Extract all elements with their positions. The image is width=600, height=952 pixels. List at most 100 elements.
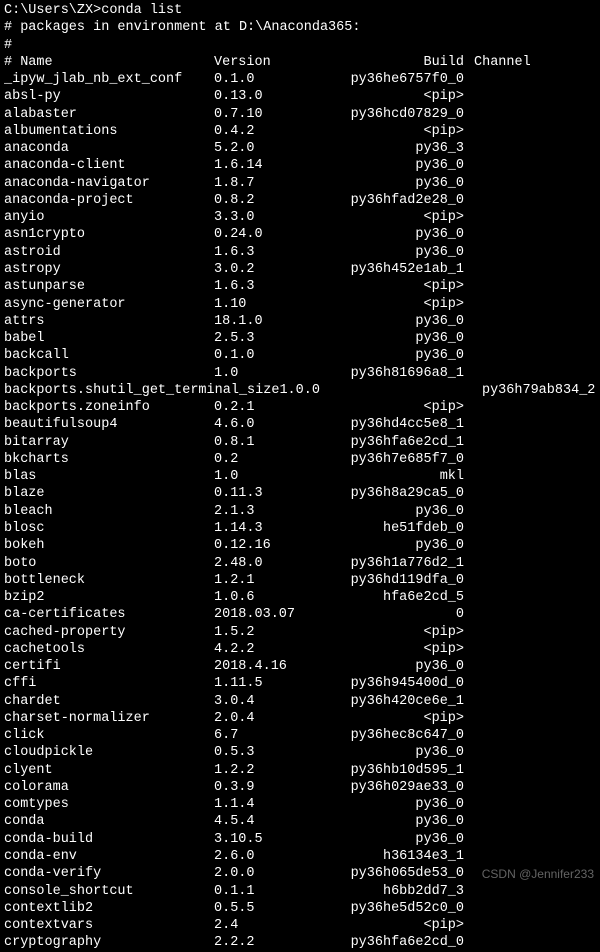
pkg-name: alabaster <box>4 106 214 123</box>
pkg-build: <pip> <box>314 88 474 105</box>
package-row: conda-env2.6.0h36134e3_1 <box>4 848 596 865</box>
package-row: cffi1.11.5py36h945400d_0 <box>4 675 596 692</box>
pkg-build: py36hec8c647_0 <box>314 727 474 744</box>
pkg-name: clyent <box>4 762 214 779</box>
pkg-build: py36hfa6e2cd_1 <box>314 434 474 451</box>
pkg-name: cloudpickle <box>4 744 214 761</box>
pkg-version: 4.6.0 <box>214 416 314 433</box>
pkg-version: 0.7.10 <box>214 106 314 123</box>
pkg-build: py36_0 <box>314 313 474 330</box>
pkg-channel <box>474 727 596 744</box>
pkg-name: blaze <box>4 485 214 502</box>
pkg-name: contextvars <box>4 917 214 934</box>
pkg-version: 0.8.2 <box>214 192 314 209</box>
pkg-channel <box>474 744 596 761</box>
pkg-name: bitarray <box>4 434 214 451</box>
pkg-build: py36hfad2e28_0 <box>314 192 474 209</box>
package-row: backports1.0py36h81696a8_1 <box>4 365 596 382</box>
pkg-name: absl-py <box>4 88 214 105</box>
pkg-channel <box>474 883 596 900</box>
pkg-build: <pip> <box>314 710 474 727</box>
pkg-channel <box>474 278 596 295</box>
package-row: colorama0.3.9py36h029ae33_0 <box>4 779 596 796</box>
package-row: backcall0.1.0py36_0 <box>4 347 596 364</box>
pkg-build: py36_0 <box>314 658 474 675</box>
pkg-version: 0.3.9 <box>214 779 314 796</box>
pkg-build: py36_0 <box>314 175 474 192</box>
package-row: anaconda5.2.0py36_3 <box>4 140 596 157</box>
pkg-channel <box>474 848 596 865</box>
pkg-name: astroid <box>4 244 214 261</box>
pkg-version: 3.0.4 <box>214 693 314 710</box>
pkg-channel <box>474 555 596 572</box>
package-row: blosc1.14.3he51fdeb_0 <box>4 520 596 537</box>
header-channel: Channel <box>474 54 596 71</box>
pkg-build: py36_0 <box>314 347 474 364</box>
pkg-name: boto <box>4 555 214 572</box>
pkg-channel <box>474 710 596 727</box>
pkg-channel <box>474 779 596 796</box>
pkg-name: conda-env <box>4 848 214 865</box>
pkg-channel <box>474 106 596 123</box>
package-row: astropy3.0.2py36h452e1ab_1 <box>4 261 596 278</box>
pkg-channel <box>474 296 596 313</box>
pkg-build: py36hd4cc5e8_1 <box>314 416 474 433</box>
header-name: # Name <box>4 54 214 71</box>
pkg-build: hfa6e2cd_5 <box>314 589 474 606</box>
pkg-name: anaconda <box>4 140 214 157</box>
pkg-build: <pip> <box>314 278 474 295</box>
pkg-channel <box>474 813 596 830</box>
pkg-channel <box>474 934 596 951</box>
pkg-version: 1.14.3 <box>214 520 314 537</box>
pkg-build: <pip> <box>314 624 474 641</box>
pkg-build: h36134e3_1 <box>314 848 474 865</box>
pkg-channel <box>474 71 596 88</box>
pkg-build: h6bb2dd7_3 <box>314 883 474 900</box>
package-row: console_shortcut0.1.1h6bb2dd7_3 <box>4 883 596 900</box>
pkg-build: py36_0 <box>314 330 474 347</box>
pkg-name: backports.zoneinfo <box>4 399 214 416</box>
pkg-channel <box>474 606 596 623</box>
pkg-build: <pip> <box>314 399 474 416</box>
package-row: bkcharts0.2py36h7e685f7_0 <box>4 451 596 468</box>
pkg-channel <box>474 313 596 330</box>
pkg-name: anaconda-navigator <box>4 175 214 192</box>
pkg-version: 0.1.1 <box>214 883 314 900</box>
pkg-channel <box>474 624 596 641</box>
pkg-name: backcall <box>4 347 214 364</box>
command-text: conda list <box>101 3 182 18</box>
pkg-version: 2.6.0 <box>214 848 314 865</box>
pkg-build: py36_0 <box>314 796 474 813</box>
package-row: anaconda-project0.8.2py36hfad2e28_0 <box>4 192 596 209</box>
pkg-version: 1.2.1 <box>214 572 314 589</box>
pkg-version: 2.4 <box>214 917 314 934</box>
pkg-channel <box>474 641 596 658</box>
pkg-version: 1.0 <box>214 468 314 485</box>
pkg-channel <box>474 503 596 520</box>
pkg-build: py36h8a29ca5_0 <box>314 485 474 502</box>
pkg-version: 1.0.6 <box>214 589 314 606</box>
pkg-name: conda <box>4 813 214 830</box>
pkg-channel <box>474 399 596 416</box>
package-row: clyent1.2.2py36hb10d595_1 <box>4 762 596 779</box>
pkg-name: bkcharts <box>4 451 214 468</box>
package-row: comtypes1.1.4py36_0 <box>4 796 596 813</box>
pkg-channel <box>474 537 596 554</box>
pkg-channel <box>474 88 596 105</box>
pkg-version: 3.0.2 <box>214 261 314 278</box>
prompt-path: C:\Users\ZX> <box>4 3 101 18</box>
pkg-version: 0.24.0 <box>214 226 314 243</box>
package-row: cryptography2.2.2py36hfa6e2cd_0 <box>4 934 596 951</box>
hash-line: # <box>4 37 596 54</box>
pkg-build: py36hb10d595_1 <box>314 762 474 779</box>
pkg-name: blas <box>4 468 214 485</box>
pkg-channel <box>474 520 596 537</box>
package-row: absl-py0.13.0<pip> <box>4 88 596 105</box>
pkg-build: py36h7e685f7_0 <box>314 451 474 468</box>
package-row: astroid1.6.3py36_0 <box>4 244 596 261</box>
pkg-name: attrs <box>4 313 214 330</box>
pkg-version: 1.10 <box>214 296 314 313</box>
pkg-channel <box>474 175 596 192</box>
package-row: bokeh0.12.16py36_0 <box>4 537 596 554</box>
package-row: conda4.5.4py36_0 <box>4 813 596 830</box>
